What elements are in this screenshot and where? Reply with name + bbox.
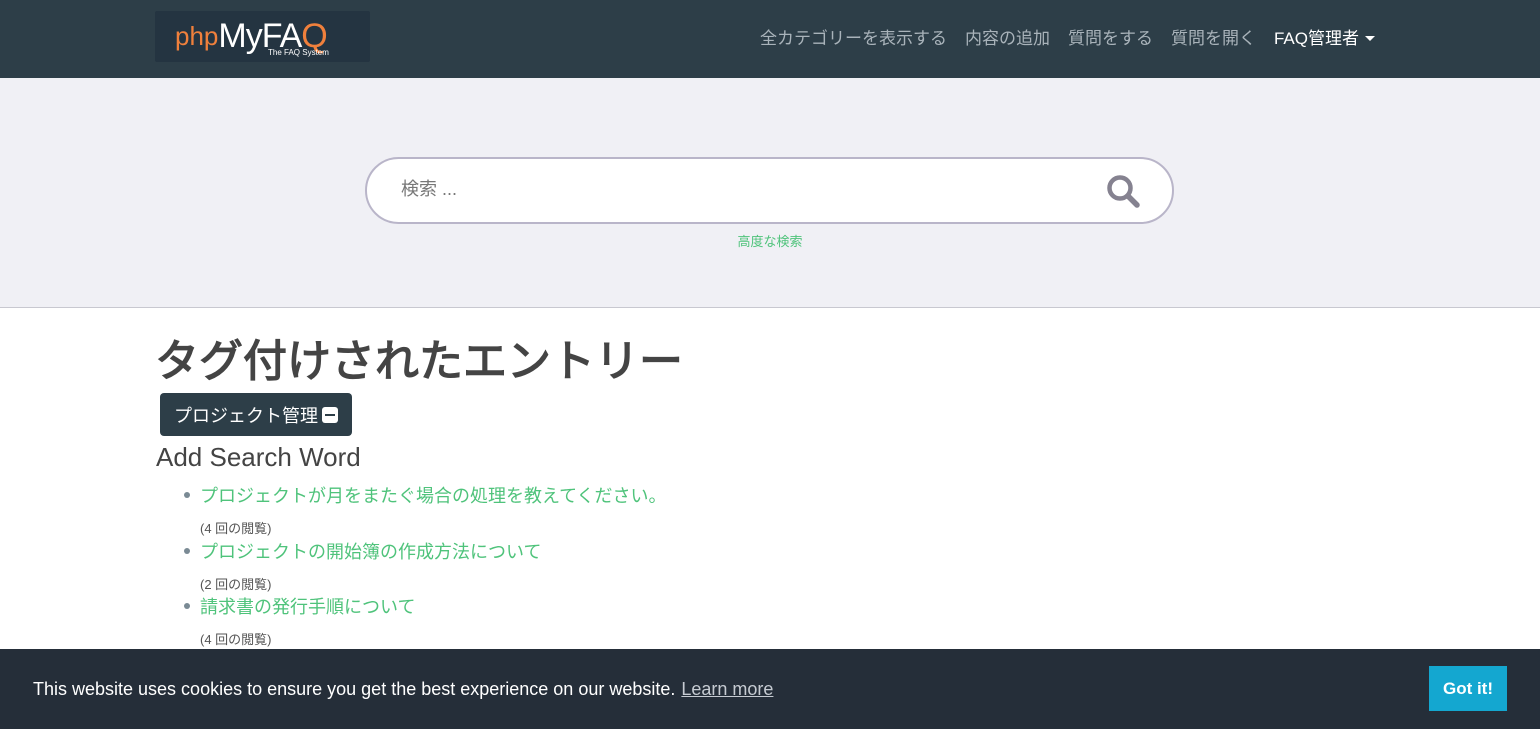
search-input[interactable] [401, 179, 1081, 200]
admin-label: FAQ管理者 [1273, 29, 1359, 48]
nav-admin-dropdown[interactable]: FAQ管理者 [1274, 24, 1375, 49]
section-subtitle: Add Search Word [156, 442, 361, 472]
view-count: (2 回の閲覧) [200, 576, 272, 592]
page-title: タグ付けされたエントリー [155, 337, 683, 386]
view-count: (4 回の閲覧) [200, 521, 272, 536]
entry-link[interactable]: 請求書の発行手順について [200, 593, 667, 619]
view-count: (4 回の閲覧) [200, 632, 272, 647]
navbar: php MyFA Q The FAQ System 全カテゴリーを表示する 内容の追加… [0, 0, 1540, 78]
advanced-search-link[interactable]: 高度な検索 [0, 231, 1540, 250]
cookie-banner: This website uses cookies to ensure you … [0, 649, 1540, 729]
list-item: プロジェクトの開始簿の作成方法について (2 回の閲覧) [184, 538, 667, 594]
tag-label: プロジェクト管理 [174, 405, 318, 426]
cookie-message: This website uses cookies to ensure you … [33, 679, 676, 699]
nav-add-content[interactable]: 内容の追加 [965, 24, 1050, 49]
nav-open-questions[interactable]: 質問を開く [1171, 24, 1256, 49]
nav-menu: 全カテゴリーを表示する 内容の追加 質問をする 質問を開く FAQ管理者 [760, 24, 1375, 49]
logo[interactable]: php MyFA Q The FAQ System [155, 11, 370, 62]
tag-button[interactable]: プロジェクト管理 [160, 393, 352, 436]
search-box [365, 157, 1174, 224]
search-icon[interactable] [1106, 174, 1140, 208]
learn-more-link[interactable]: Learn more [681, 679, 773, 699]
entry-link[interactable]: プロジェクトが月をまたぐ場合の処理を教えてください。 [200, 482, 667, 508]
list-item: プロジェクトが月をまたぐ場合の処理を教えてください。 (4 回の閲覧) [184, 482, 667, 538]
list-item: 請求書の発行手順について (4 回の閲覧) [184, 593, 667, 649]
nav-ask-question[interactable]: 質問をする [1068, 24, 1153, 49]
minus-square-icon [322, 406, 338, 423]
entry-link[interactable]: プロジェクトの開始簿の作成方法について [200, 538, 667, 564]
got-it-button[interactable]: Got it! [1429, 666, 1507, 711]
logo-subtitle: The FAQ System [268, 48, 329, 57]
caret-down-icon [1365, 36, 1375, 41]
entry-list: プロジェクトが月をまたぐ場合の処理を教えてください。 (4 回の閲覧) プロジェク… [184, 482, 667, 649]
search-hero: 高度な検索 [0, 78, 1540, 308]
nav-all-categories[interactable]: 全カテゴリーを表示する [760, 24, 947, 49]
